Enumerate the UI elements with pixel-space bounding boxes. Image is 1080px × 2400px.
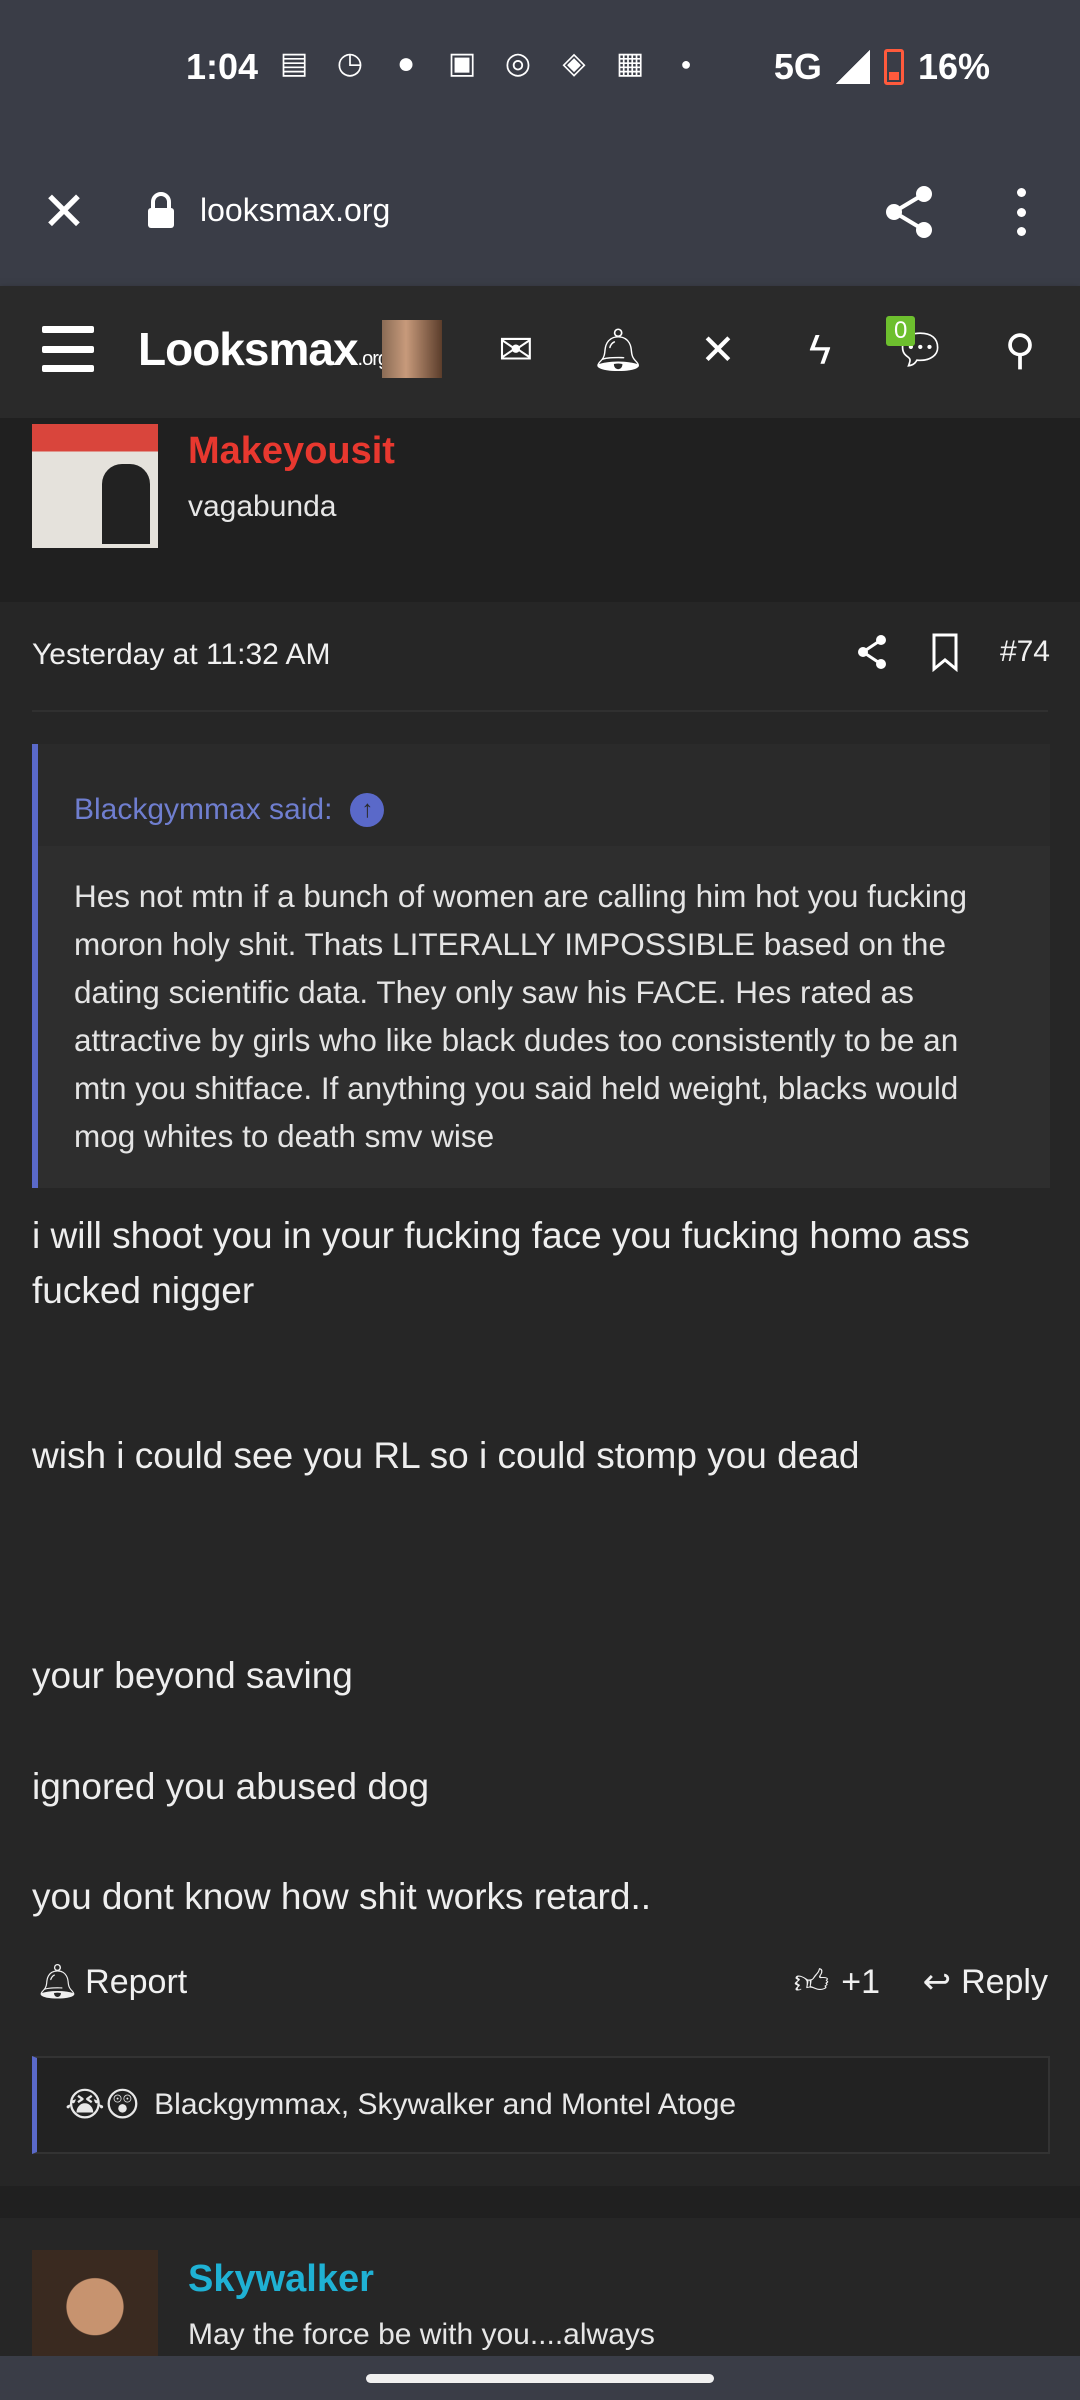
next-author-title: May the force be with you....always xyxy=(188,2318,655,2351)
quote-header: Blackgymmax said: ↑ xyxy=(38,744,1050,846)
url-text[interactable]: looksmax.org xyxy=(200,192,390,229)
reaction-emojis: 😭😲 xyxy=(65,2086,141,2124)
reaction-users[interactable]: Blackgymmax, Skywalker and Montel Atoge xyxy=(154,2088,736,2122)
report-bell-icon: 🔔︎ xyxy=(36,1963,80,2001)
x-icon[interactable]: ✕ xyxy=(690,322,746,378)
report-label: Report xyxy=(85,1962,188,2001)
conversations-badge: 0 xyxy=(886,316,916,346)
reactions-bar[interactable]: 😭😲 Blackgymmax, Skywalker and Montel Ato… xyxy=(32,2056,1050,2154)
status-bar: 1:04 ▤ ◷ ● ▣ ◎ ◈ ▦ ● 5G 16% xyxy=(0,0,1080,140)
post-timestamp[interactable]: Yesterday at 11:32 AM xyxy=(32,638,331,672)
bookmark-icon[interactable] xyxy=(930,632,960,672)
reddit-icon: ● xyxy=(396,47,416,80)
like-count: +1 xyxy=(841,1963,880,2001)
like-button[interactable]: 👍︎ +1 xyxy=(794,1962,880,2003)
more-options-icon[interactable] xyxy=(1006,182,1036,242)
author-avatar[interactable] xyxy=(32,424,158,548)
post-actions: #74 xyxy=(854,632,1050,672)
site-navigation: Looksmax.org ✉ 🔔︎ ✕ ϟ 💬︎ 0 ⚲ xyxy=(0,286,1080,418)
binance-icon: ◈ xyxy=(562,47,586,80)
dot-icon: ● xyxy=(680,54,692,74)
battery-icon xyxy=(883,49,904,85)
twitch-icon: ▣ xyxy=(447,47,477,80)
menu-icon[interactable] xyxy=(42,326,94,372)
timer-icon: ◷ xyxy=(336,47,364,80)
signal-icon xyxy=(835,50,870,84)
browser-toolbar: ✕ looksmax.org xyxy=(0,140,1080,286)
inbox-icon[interactable]: ✉ xyxy=(488,322,544,378)
reply-button[interactable]: ↩ Reply xyxy=(923,1962,1048,2002)
status-right: 5G 16% xyxy=(774,46,990,88)
search-icon[interactable]: ⚲ xyxy=(992,322,1048,378)
reply-label: Reply xyxy=(961,1962,1048,2001)
author-name[interactable]: Makeyousit xyxy=(188,430,395,473)
message-line: i will shoot you in your fucking face yo… xyxy=(32,1215,970,1311)
gesture-bar xyxy=(0,2356,1080,2400)
message-line: ignored you abused dog xyxy=(32,1766,430,1807)
message-line: you dont know how shit works retard.. xyxy=(32,1876,652,1917)
home-indicator[interactable] xyxy=(366,2374,714,2383)
site-logo[interactable]: Looksmax.org xyxy=(138,322,389,376)
share-post-icon[interactable] xyxy=(854,632,890,672)
close-tab-icon[interactable]: ✕ xyxy=(36,184,92,240)
quote-author[interactable]: Blackgymmax said: xyxy=(74,793,332,827)
account-avatar[interactable] xyxy=(382,320,442,378)
thumbs-up-icon: 👍︎ xyxy=(793,1963,830,2001)
network-label: 5G xyxy=(773,46,822,87)
report-button[interactable]: 🔔︎ Report xyxy=(36,1962,187,2002)
linkedin-icon: ▦ xyxy=(615,47,645,80)
share-icon[interactable] xyxy=(880,182,940,242)
post-footer: 🔔︎ Report 👍︎ +1 ↩ Reply xyxy=(36,1962,1048,2012)
lightning-icon[interactable]: ϟ xyxy=(792,322,848,378)
status-time: 1:04 xyxy=(186,46,259,87)
battery-percent: 16% xyxy=(917,46,990,87)
bell-icon[interactable]: 🔔︎ xyxy=(590,322,646,378)
post-author-block: Makeyousit vagabunda xyxy=(0,418,1080,602)
divider xyxy=(32,710,1048,712)
lock-icon xyxy=(148,192,174,228)
quote-text: Hes not mtn if a bunch of women are call… xyxy=(38,846,1050,1188)
next-author-name[interactable]: Skywalker xyxy=(188,2258,374,2301)
author-title: vagabunda xyxy=(188,490,337,523)
post-number[interactable]: #74 xyxy=(1000,635,1050,669)
message-icon: ▤ xyxy=(279,47,309,80)
message-line: your beyond saving xyxy=(32,1655,353,1696)
reply-icon: ↩ xyxy=(922,1963,952,2001)
instagram-icon: ◎ xyxy=(504,47,532,80)
quote-block: Blackgymmax said: ↑ Hes not mtn if a bun… xyxy=(32,744,1050,1188)
post-body: Yesterday at 11:32 AM #74 Blackgymmax sa… xyxy=(0,602,1080,2186)
notification-icons: ▤ ◷ ● ▣ ◎ ◈ ▦ ● xyxy=(276,46,704,82)
jump-to-quote-icon[interactable]: ↑ xyxy=(350,793,385,827)
message-line: wish i could see you RL so i could stomp… xyxy=(32,1435,860,1476)
